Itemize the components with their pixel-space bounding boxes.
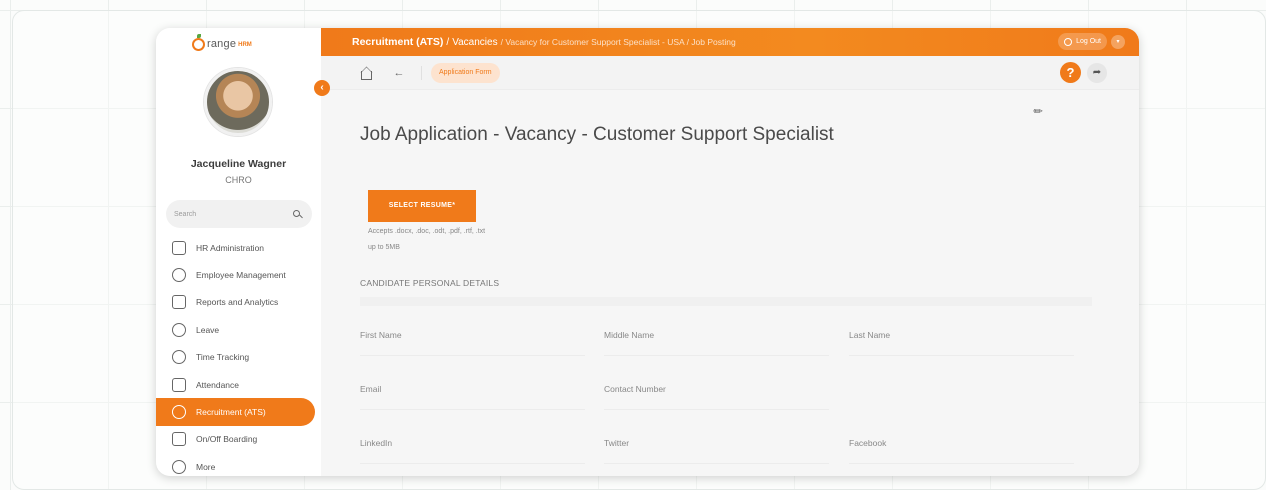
user-name: Jacqueline Wagner	[190, 158, 287, 170]
first-name-field[interactable]: First Name	[360, 326, 585, 356]
attendance-icon	[172, 377, 186, 392]
sidebar-item-attendance[interactable]: Attendance	[156, 371, 321, 398]
sidebar-item-recruitment[interactable]: Recruitment (ATS)	[156, 398, 315, 426]
middle-name-field[interactable]: Middle Name	[604, 326, 829, 356]
contact-number-field[interactable]: Contact Number	[604, 380, 829, 410]
chevron-down-icon[interactable]: ▾	[1111, 34, 1125, 49]
page-title: Job Application - Vacancy - Customer Sup…	[360, 124, 834, 145]
breadcrumb-vacancies[interactable]: Vacancies	[452, 37, 497, 48]
edit-icon[interactable]: ✎	[1031, 102, 1048, 119]
sidebar-collapse-button[interactable]: ‹	[314, 80, 330, 96]
app-window: range HRM Jacqueline Wagner CHRO Search …	[156, 28, 1139, 476]
select-resume-button[interactable]: SELECT RESUME*	[368, 190, 476, 222]
more-icon	[172, 459, 186, 474]
orangehrm-logo[interactable]: range HRM	[192, 33, 252, 54]
sidebar-item-hr-administration[interactable]: HR Administration	[156, 234, 321, 261]
user-role: CHRO	[225, 175, 252, 185]
sidebar-item-label: Recruitment (ATS)	[196, 407, 266, 418]
sidebar-item-on-off-boarding[interactable]: On/Off Boarding	[156, 426, 321, 453]
sidebar-item-leave[interactable]: Leave	[156, 316, 321, 343]
sidebar-item-reports-and-analytics[interactable]: Reports and Analytics	[156, 289, 321, 316]
sidebar-item-label: HR Administration	[196, 242, 265, 253]
time-tracking-icon	[172, 350, 186, 365]
sidebar-item-more[interactable]: More	[156, 453, 321, 476]
max-size-line: up to 5MB	[368, 244, 400, 251]
leave-icon	[172, 322, 186, 337]
last-name-field[interactable]: Last Name	[849, 326, 1074, 356]
sidebar-item-label: Reports and Analytics	[196, 297, 279, 308]
section-title: CANDIDATE PERSONAL DETAILS	[360, 278, 500, 288]
toolbar-divider	[421, 66, 422, 80]
facebook-field[interactable]: Facebook	[849, 434, 1074, 464]
share-icon[interactable]: ➦	[1087, 63, 1107, 83]
search-icon[interactable]	[293, 209, 302, 219]
back-button[interactable]: ←	[389, 63, 409, 83]
section-divider	[360, 297, 1092, 306]
employees-icon	[172, 268, 186, 283]
sidebar-item-label: Employee Management	[196, 270, 286, 281]
reports-icon	[172, 295, 186, 310]
orange-logo-icon	[192, 33, 205, 51]
logout-button[interactable]: Log Out ▾	[1058, 33, 1125, 50]
sidebar-item-employee-management[interactable]: Employee Management	[156, 261, 321, 288]
logout-label: Log Out	[1076, 38, 1101, 45]
accepted-formats-note: Accepts .docx, .doc, .odt, .pdf, .rtf, .…	[368, 224, 518, 256]
accepted-formats-line: Accepts .docx, .doc, .odt, .pdf, .rtf, .…	[368, 228, 486, 235]
sidebar-item-label: More	[196, 461, 216, 472]
top-bar: Recruitment (ATS) / Vacancies / Vacancy …	[321, 28, 1139, 56]
sidebar-menu: HR Administration Employee Management Re…	[156, 234, 321, 476]
sidebar: range HRM Jacqueline Wagner CHRO Search …	[156, 28, 321, 476]
help-button[interactable]: ?	[1060, 62, 1081, 83]
logout-icon	[1064, 37, 1073, 46]
sidebar-search[interactable]: Search	[166, 200, 312, 228]
breadcrumb-separator: /	[446, 36, 450, 48]
home-button[interactable]	[356, 63, 376, 83]
recruitment-icon	[172, 405, 186, 420]
sidebar-item-label: Attendance	[196, 379, 240, 390]
breadcrumb-module[interactable]: Recruitment (ATS)	[352, 36, 443, 48]
onboarding-icon	[172, 432, 186, 447]
home-icon	[360, 70, 372, 80]
sidebar-item-label: Leave	[196, 324, 220, 335]
tab-application-form[interactable]: Application Form	[431, 63, 500, 83]
email-field[interactable]: Email	[360, 380, 585, 410]
hr-admin-icon	[172, 240, 186, 255]
sidebar-item-label: Time Tracking	[196, 352, 250, 363]
logo-text: range	[207, 38, 237, 50]
sidebar-item-label: On/Off Boarding	[196, 434, 258, 445]
linkedin-field[interactable]: LinkedIn	[360, 434, 585, 464]
logo-suffix: HRM	[238, 41, 252, 48]
sidebar-item-time-tracking[interactable]: Time Tracking	[156, 344, 321, 371]
twitter-field[interactable]: Twitter	[604, 434, 829, 464]
avatar[interactable]	[204, 68, 272, 136]
main-content: ✎ Job Application - Vacancy - Customer S…	[321, 90, 1139, 476]
sub-toolbar: ← Application Form ? ➦	[321, 56, 1139, 90]
search-input[interactable]: Search	[174, 211, 196, 218]
breadcrumb-current: / Vacancy for Customer Support Specialis…	[500, 37, 736, 47]
